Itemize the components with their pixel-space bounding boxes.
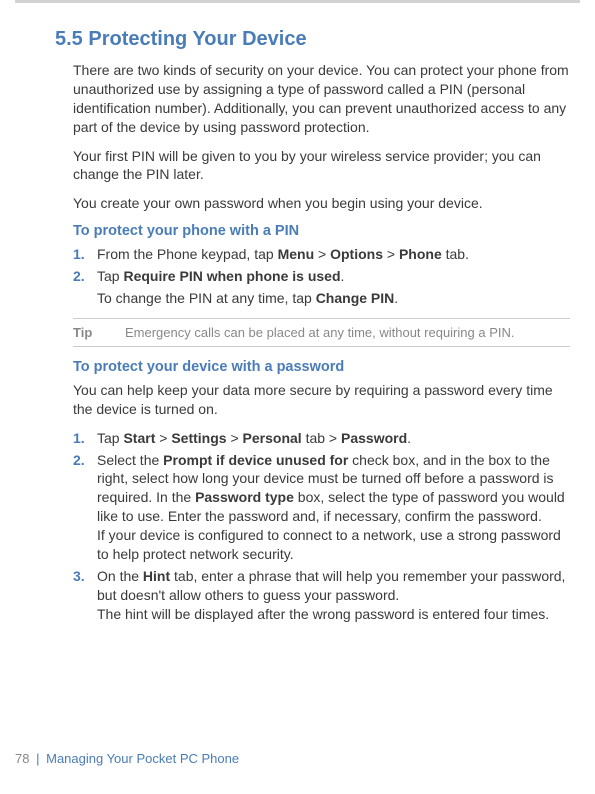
- list-text: Tap Start > Settings > Personal tab > Pa…: [97, 430, 411, 446]
- list-text: Tap Require PIN when phone is used.: [97, 268, 344, 284]
- page-number: 78: [15, 751, 29, 766]
- pin-steps-list: 1. From the Phone keypad, tap Menu > Opti…: [73, 245, 570, 286]
- list-number: 3.: [73, 567, 85, 586]
- password-step-item: 3. On the Hint tab, enter a phrase that w…: [73, 567, 570, 624]
- list-number: 1.: [73, 245, 85, 264]
- intro-paragraph-3: You create your own password when you be…: [73, 194, 570, 213]
- section-heading: 5.5 Protecting Your Device: [55, 28, 570, 51]
- page-content: 5.5 Protecting Your Device There are two…: [0, 0, 595, 647]
- tip-text: Emergency calls can be placed at any tim…: [125, 325, 514, 340]
- subheading-password: To protect your device with a password: [73, 359, 570, 375]
- password-step-item: 1. Tap Start > Settings > Personal tab > …: [73, 429, 570, 448]
- password-step-item: 2. Select the Prompt if device unused for…: [73, 451, 570, 564]
- pin-step-item: 1. From the Phone keypad, tap Menu > Opti…: [73, 245, 570, 264]
- subheading-pin: To protect your phone with a PIN: [73, 223, 570, 239]
- tip-box: Tip Emergency calls can be placed at any…: [73, 318, 570, 347]
- tip-label: Tip: [73, 325, 97, 340]
- intro-paragraph-1: There are two kinds of security on your …: [73, 61, 570, 137]
- pin-change-note: To change the PIN at any time, tap Chang…: [97, 289, 570, 308]
- list-text: From the Phone keypad, tap Menu > Option…: [97, 246, 469, 262]
- pin-step-item: 2. Tap Require PIN when phone is used.: [73, 267, 570, 286]
- list-text: Select the Prompt if device unused for c…: [97, 452, 565, 562]
- top-border: [15, 0, 580, 3]
- list-number: 1.: [73, 429, 85, 448]
- password-steps-list: 1. Tap Start > Settings > Personal tab > …: [73, 429, 570, 624]
- page-footer: 78 | Managing Your Pocket PC Phone: [15, 751, 239, 766]
- footer-divider: |: [36, 751, 39, 766]
- list-number: 2.: [73, 267, 85, 286]
- password-intro: You can help keep your data more secure …: [73, 381, 570, 419]
- list-text: On the Hint tab, enter a phrase that wil…: [97, 568, 565, 622]
- intro-paragraph-2: Your first PIN will be given to you by y…: [73, 147, 570, 185]
- list-number: 2.: [73, 451, 85, 470]
- footer-title: Managing Your Pocket PC Phone: [46, 751, 239, 766]
